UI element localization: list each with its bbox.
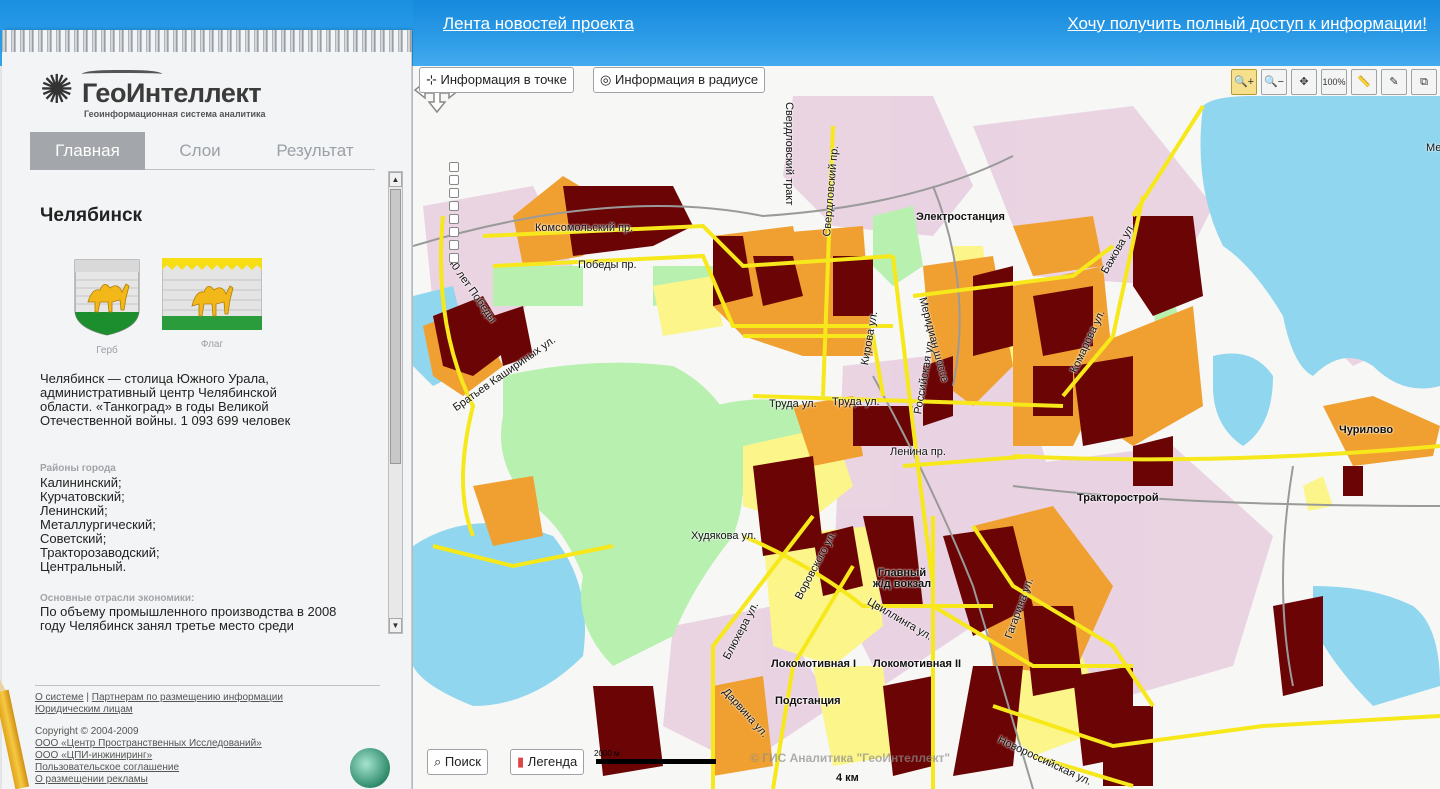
zoom-out-icon[interactable]: 🔍− [1261, 69, 1287, 95]
search-label: Поиск [444, 754, 481, 769]
place-label: 4 км [836, 772, 859, 784]
about-link[interactable]: О системе [35, 692, 84, 703]
content-scrollbar[interactable]: ▲ ▼ [388, 171, 403, 634]
search-icon: ⌕ [434, 754, 442, 769]
footer: О системе | Партнерам по размещению инфо… [35, 685, 380, 786]
info-content: Челябинск Герб Флаг Челябинск — столица … [30, 180, 390, 635]
districts-heading: Районы города [40, 463, 116, 474]
top-banner: Лента новостей проекта Хочу получить пол… [413, 0, 1440, 66]
zoom-level-step[interactable] [449, 188, 459, 198]
advertising-link[interactable]: О размещении рекламы [35, 774, 148, 785]
place-label: Локомотивная I [771, 658, 857, 670]
tab-result[interactable]: Результат [255, 132, 375, 170]
place-label: Главный ж/д вокзал [872, 567, 932, 590]
full-access-link[interactable]: Хочу получить полный доступ к информации… [1067, 14, 1427, 34]
place-label: Ме [1426, 142, 1440, 154]
notebook-spiral [2, 30, 412, 52]
street-label: Худякова ул. [691, 530, 757, 542]
fullscreen-icon[interactable]: ⧉ [1411, 69, 1437, 95]
user-agreement-link[interactable]: Пользовательское соглашение [35, 762, 179, 773]
street-label: Труда ул. [832, 396, 880, 408]
crosshair-icon: ⊹ [426, 72, 437, 87]
zoom-in-icon[interactable]: 🔍+ [1231, 69, 1257, 95]
cpi-link[interactable]: ООО «Центр Пространственных Исследований… [35, 738, 262, 749]
tab-bar: Главная Слои Результат [30, 132, 375, 170]
tab-layers[interactable]: Слои [145, 132, 255, 170]
list-item: Калининский; [40, 475, 122, 490]
zoom-level-step[interactable] [449, 175, 459, 185]
page-title: Челябинск [40, 205, 143, 226]
list-item: Курчатовский; [40, 489, 125, 504]
partners-link[interactable]: Партнерам по размещению информации [92, 692, 283, 703]
info-radius-label: Информация в радиусе [614, 72, 759, 87]
coat-of-arms-icon [74, 259, 140, 336]
flag-caption: Флаг [200, 339, 224, 350]
logo-title: ГеоИнтеллект [82, 78, 262, 108]
economy-text: По объему промышленного производства в 2… [40, 604, 337, 633]
info-point-button[interactable]: ⊹ Информация в точке [419, 67, 574, 93]
legal-entities-link[interactable]: Юридическим лицам [35, 704, 133, 715]
city-description: Челябинск — столица Южного Урала, админи… [40, 371, 291, 428]
zoom-100-icon[interactable]: 100% [1321, 69, 1347, 95]
city-flag[interactable]: Флаг [161, 257, 263, 350]
economy-heading: Основные отрасли экономики: [40, 593, 195, 604]
street-label: Ленина пр. [890, 446, 946, 458]
place-label: Электростанция [916, 211, 1005, 223]
zoom-level-step[interactable] [449, 227, 459, 237]
globe-logo-icon [350, 748, 390, 788]
street-label: Победы пр. [578, 259, 637, 271]
scroll-down-icon[interactable]: ▼ [389, 618, 402, 633]
scale-label: 2000 м [594, 749, 620, 758]
zoom-slider[interactable] [449, 162, 461, 274]
info-point-label: Информация в точке [440, 72, 567, 87]
scroll-up-icon[interactable]: ▲ [389, 172, 402, 187]
zoom-level-step[interactable] [449, 240, 459, 250]
districts-list: Калининский; Курчатовский; Ленинский; Ме… [40, 476, 160, 574]
list-item: Тракторозаводский; [40, 545, 160, 560]
legend-icon: ▮ [517, 754, 525, 769]
list-item: Ленинский; [40, 503, 108, 518]
radius-icon: ◎ [600, 72, 612, 87]
legend-button[interactable]: ▮ Легенда [510, 749, 585, 775]
place-label: Локомотивная II [873, 658, 962, 670]
zoom-out-step-icon[interactable] [449, 253, 459, 263]
tab-main[interactable]: Главная [30, 132, 145, 170]
place-label: Подстанция [775, 695, 841, 707]
left-panel: ✺ ГеоИнтеллект Геоинформационная система… [0, 0, 413, 789]
info-radius-button[interactable]: ◎ Информация в радиусе [593, 67, 766, 93]
logo-person-icon: ✺ [40, 68, 74, 112]
zoom-level-step[interactable] [449, 214, 459, 224]
news-feed-link[interactable]: Лента новостей проекта [443, 14, 634, 34]
legend-label: Легенда [527, 754, 578, 769]
pan-icon[interactable]: ✥ [1291, 69, 1317, 95]
coat-caption: Герб [96, 345, 118, 356]
street-label: Труда ул. [769, 398, 817, 410]
ruler-icon[interactable]: 📏 [1351, 69, 1377, 95]
coat-of-arms[interactable]: Герб [74, 258, 140, 356]
zoom-in-step-icon[interactable] [449, 162, 459, 172]
scale-bar [596, 759, 716, 764]
list-item: Центральный. [40, 559, 127, 574]
cpi-engineering-link[interactable]: ООО «ЦПИ-инжиниринг» [35, 750, 152, 761]
search-button[interactable]: ⌕ Поиск [427, 749, 488, 775]
place-label: Тракторострой [1077, 492, 1159, 504]
list-item: Металлургический; [40, 517, 156, 532]
place-label: Чурилово [1339, 424, 1394, 436]
pen-icon[interactable]: ✎ [1381, 69, 1407, 95]
zoom-level-step[interactable] [449, 201, 459, 211]
map-view[interactable]: Электростанция Тракторострой Чурилово Гл… [413, 66, 1440, 789]
copyright: Copyright © 2004-2009 [35, 726, 139, 737]
logo[interactable]: ✺ ГеоИнтеллект Геоинформационная система… [40, 68, 290, 119]
street-label: Свердловский тракт [783, 102, 795, 206]
street-label: Комсомольский пр. [535, 222, 634, 234]
flag-icon [161, 257, 263, 331]
logo-subtitle: Геоинформационная система аналитика [84, 109, 266, 119]
map-canvas[interactable] [413, 66, 1440, 789]
map-copyright: © ГИС Аналитика "ГеоИнтеллект" [750, 751, 951, 765]
list-item: Советский; [40, 531, 107, 546]
scroll-thumb[interactable] [390, 189, 401, 464]
